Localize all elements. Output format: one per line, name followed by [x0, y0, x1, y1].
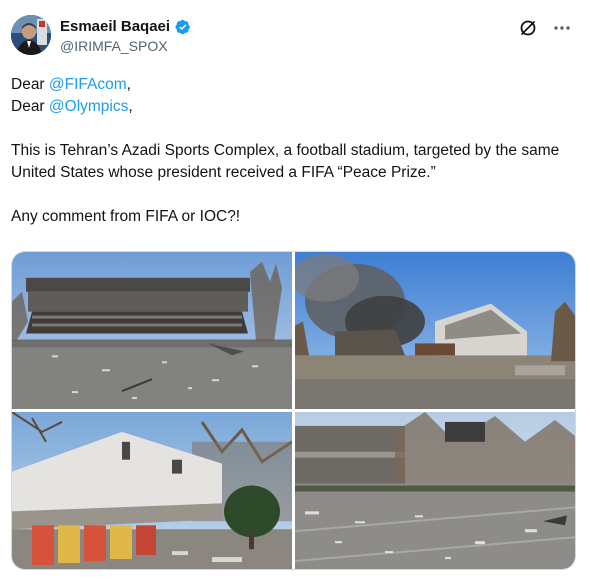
author-handle[interactable]: @IRIMFA_SPOX: [60, 38, 168, 54]
mention-fifacom-link[interactable]: @FIFAcom: [49, 76, 127, 93]
grok-icon[interactable]: [518, 18, 538, 38]
tweet-actions-top: [518, 18, 572, 38]
text-comma-2: ,: [128, 98, 133, 115]
photo-damaged-grandstand[interactable]: [12, 252, 292, 409]
media-grid: [11, 251, 576, 570]
more-icon[interactable]: [552, 18, 572, 38]
author-name-row: Esmaeil Baqaei: [60, 18, 191, 35]
avatar-image: [11, 15, 51, 55]
tweet-line-2: Dear @Olympics,: [11, 96, 577, 118]
tweet-paragraph: This is Tehran’s Azadi Sports Complex, a…: [11, 142, 560, 181]
avatar[interactable]: [11, 15, 51, 55]
text-comma-1: ,: [126, 76, 131, 93]
tweet-line-1: Dear @FIFAcom,: [11, 74, 577, 96]
tweet-question: Any comment from FIFA or IOC?!: [11, 208, 241, 225]
verified-badge-icon: [175, 19, 191, 35]
text-dear-2: Dear: [11, 98, 49, 115]
author-name[interactable]: Esmaeil Baqaei: [60, 18, 170, 35]
tweet-text: Dear @FIFAcom, Dear @Olympics, This is T…: [11, 74, 577, 228]
photo-plaza-debris[interactable]: [295, 412, 575, 569]
photo-building-damaged[interactable]: [12, 412, 292, 569]
photo-smoke-burning[interactable]: [295, 252, 575, 409]
mention-olympics-link[interactable]: @Olympics: [49, 98, 128, 115]
text-dear-1: Dear: [11, 76, 49, 93]
